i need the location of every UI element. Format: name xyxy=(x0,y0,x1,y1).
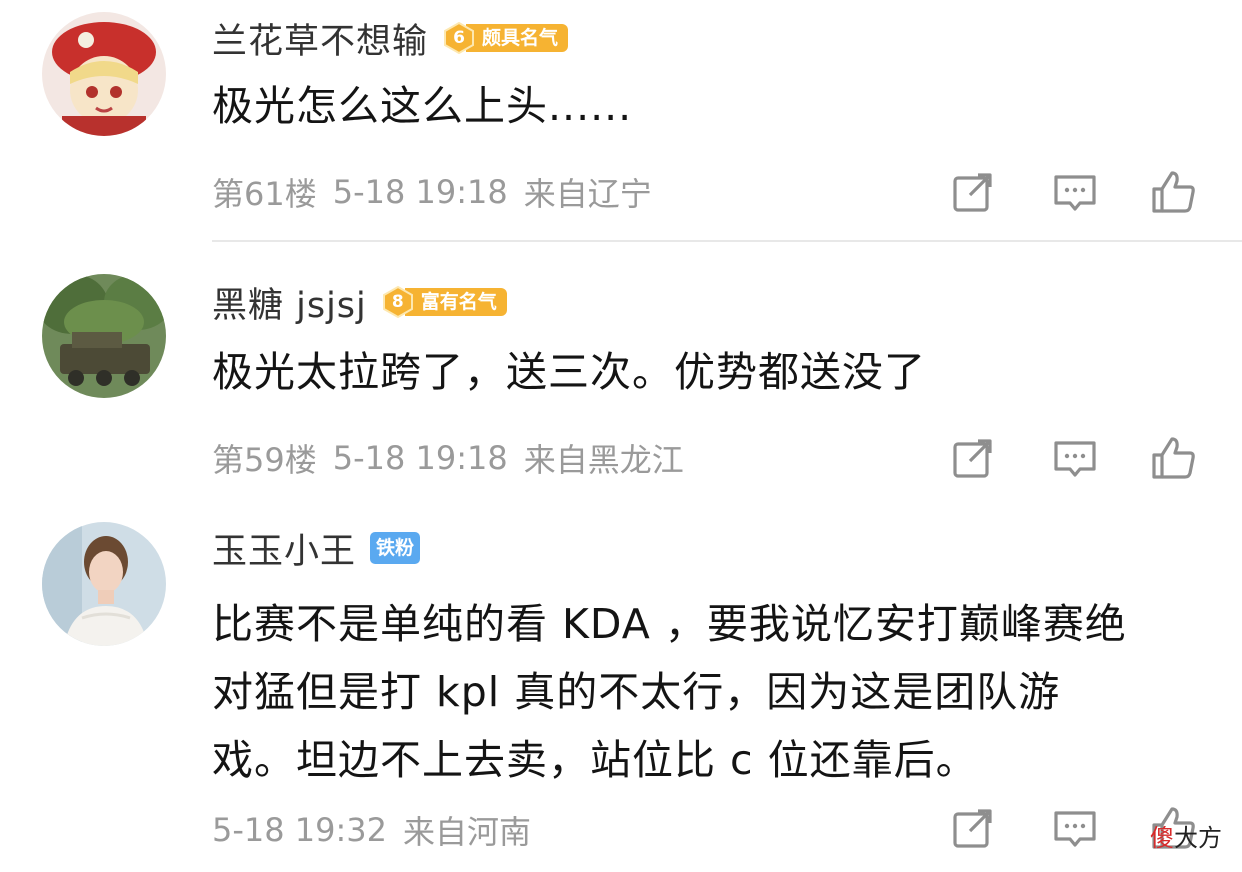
comment-line: 极光太拉跨了，送三次。优势都送没了 xyxy=(212,348,926,396)
watermark-accent: 傻 xyxy=(1150,824,1174,852)
divider xyxy=(212,240,1242,242)
timestamp: 5-18 19:18 xyxy=(332,173,508,211)
badge-label: 富有名气 xyxy=(404,288,507,316)
fame-badge[interactable]: 6 颇具名气 xyxy=(442,21,569,55)
badge-label: 颇具名气 xyxy=(466,24,569,52)
fame-badge[interactable]: 8 富有名气 xyxy=(381,285,507,319)
fan-badge[interactable]: 铁粉 xyxy=(370,532,421,564)
comment-icon[interactable] xyxy=(1050,803,1100,853)
avatar[interactable] xyxy=(42,12,166,136)
watermark: 傻大方 xyxy=(1150,818,1222,853)
location: 来自辽宁 xyxy=(523,175,652,213)
thumbs-up-icon[interactable] xyxy=(1148,433,1198,483)
comment-line: 极光怎么这么上头...... xyxy=(212,82,633,130)
share-icon[interactable] xyxy=(948,433,998,483)
share-icon[interactable] xyxy=(948,803,998,853)
comment-meta: 5-18 19:32 来自河南 xyxy=(212,808,547,852)
comment-line: 戏。坦边不上去卖，站位比 c 位还靠后。 xyxy=(212,736,978,784)
comment-icon[interactable] xyxy=(1050,433,1100,483)
level-badge-icon: 6 xyxy=(442,21,476,55)
comment-actions xyxy=(944,433,1204,483)
share-icon[interactable] xyxy=(948,167,998,217)
username[interactable]: 玉玉小王 xyxy=(212,523,356,574)
location: 来自黑龙江 xyxy=(523,441,684,479)
comment-meta: 第61楼 5-18 19:18 来自辽宁 xyxy=(212,170,668,214)
comment-text: 极光怎么这么上头...... xyxy=(212,72,1212,140)
comment-line: 对猛但是打 kpl 真的不太行，因为这是团队游 xyxy=(212,668,1061,716)
comment-meta: 第59楼 5-18 19:18 来自黑龙江 xyxy=(212,436,700,480)
username[interactable]: 兰花草不想输 xyxy=(212,13,428,64)
user-row: 兰花草不想输 6 颇具名气 xyxy=(212,13,569,64)
floor-number: 第61楼 xyxy=(212,175,317,213)
watermark-text: 大方 xyxy=(1174,824,1222,852)
comment-icon[interactable] xyxy=(1050,167,1100,217)
avatar[interactable] xyxy=(42,522,166,646)
level-badge-icon: 8 xyxy=(381,285,415,319)
user-row: 黑糖 jsjsj 8 富有名气 xyxy=(212,278,507,326)
thumbs-up-icon[interactable] xyxy=(1148,167,1198,217)
avatar[interactable] xyxy=(42,274,166,398)
floor-number: 第59楼 xyxy=(212,441,317,479)
user-row: 玉玉小王 铁粉 xyxy=(212,523,421,574)
timestamp: 5-18 19:18 xyxy=(332,439,508,477)
comment-line: 比赛不是单纯的看 KDA ，要我说忆安打巅峰赛绝 xyxy=(212,600,1127,648)
comment-text: 比赛不是单纯的看 KDA ，要我说忆安打巅峰赛绝 对猛但是打 kpl 真的不太行… xyxy=(212,590,1212,794)
comment-actions xyxy=(944,167,1204,217)
comment-text: 极光太拉跨了，送三次。优势都送没了 xyxy=(212,338,1212,406)
username[interactable]: 黑糖 jsjsj xyxy=(212,277,367,328)
timestamp: 5-18 19:32 xyxy=(212,811,388,849)
location: 来自河南 xyxy=(403,813,532,851)
